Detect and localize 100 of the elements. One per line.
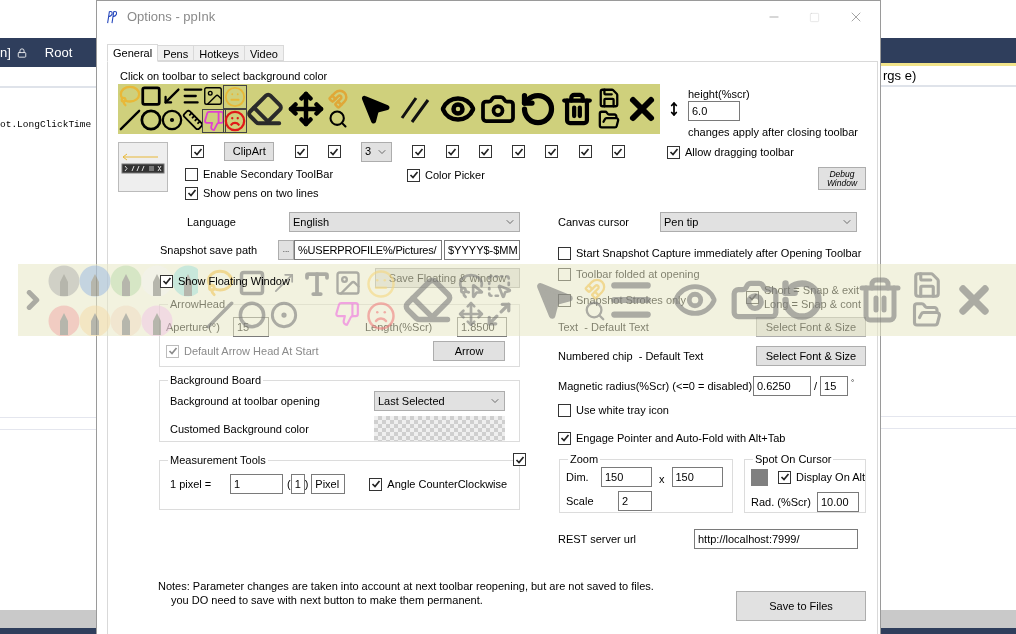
rectangle-icon[interactable] — [139, 85, 162, 107]
checkbox[interactable] — [191, 145, 204, 158]
save-icon[interactable] — [598, 87, 620, 109]
paren-text: ( — [287, 477, 291, 491]
lines-icon[interactable] — [181, 85, 204, 107]
code-text: rgs e) — [883, 66, 917, 85]
checkbox[interactable] — [558, 246, 571, 260]
ruler-icon[interactable] — [181, 109, 204, 131]
field-label: Aperture(°) — [166, 320, 221, 334]
checkbox[interactable] — [327, 145, 341, 158]
text-field[interactable]: Pixel — [311, 474, 346, 494]
checkbox-label: Toolbar folded at opening — [576, 267, 700, 281]
thumbs-down-icon[interactable] — [202, 109, 227, 133]
checkbox[interactable] — [578, 145, 592, 158]
text-field[interactable]: 15 — [820, 376, 849, 396]
field-label: Scale — [566, 494, 595, 508]
field-label: Customed Background color — [170, 421, 309, 436]
field-label: REST server url — [558, 532, 638, 546]
checkbox[interactable] — [611, 145, 625, 158]
tab[interactable]: Hotkeys — [193, 45, 245, 61]
dropdown[interactable]: Last Selected — [374, 391, 505, 411]
scroll-bar[interactable] — [881, 610, 1016, 628]
neutral-face-icon[interactable] — [223, 85, 248, 109]
checkbox[interactable] — [778, 470, 791, 484]
degree-text: ° — [851, 377, 855, 389]
checkbox[interactable] — [558, 403, 571, 417]
checkbox[interactable] — [512, 145, 526, 158]
checkmark-icon — [514, 454, 525, 465]
checkmark-icon — [779, 472, 790, 482]
toolbar-thumbnail-icon[interactable] — [118, 142, 168, 192]
trash-icon[interactable] — [560, 92, 594, 126]
debug-window-button[interactable]: Debug Window — [818, 167, 866, 190]
tab[interactable]: Video — [243, 45, 284, 61]
image-icon[interactable] — [202, 85, 225, 107]
paren-text: ) — [304, 477, 309, 491]
checkmark-icon — [613, 146, 624, 157]
checkbox[interactable] — [185, 167, 198, 181]
button[interactable]: ClipArt — [224, 142, 275, 161]
checkmark-icon — [580, 146, 591, 157]
text-field[interactable]: $YYYY$-$MM — [444, 240, 520, 260]
checkbox-label: Color Picker — [425, 168, 485, 182]
dropdown[interactable]: Pen tip — [660, 212, 857, 232]
group-title: Background Board — [168, 373, 264, 387]
checkmark-icon — [559, 433, 570, 443]
undo-icon[interactable] — [520, 91, 556, 127]
checkbox[interactable] — [294, 145, 308, 158]
folder-icon[interactable] — [598, 109, 620, 131]
text-field[interactable]: 1 — [290, 474, 305, 494]
checkbox[interactable] — [667, 145, 680, 159]
color-swatch[interactable] — [374, 416, 505, 441]
editor-tab-text: n] — [0, 43, 11, 62]
checkbox[interactable] — [412, 145, 426, 158]
button[interactable]: Save to Files — [736, 591, 866, 621]
text-field[interactable]: %USERPROFILE%/Pictures/ — [294, 240, 442, 260]
checkbox[interactable] — [185, 186, 198, 200]
color-swatch[interactable] — [751, 468, 768, 486]
text-field[interactable]: 0.6250 — [753, 376, 811, 396]
scroll-bar[interactable] — [0, 610, 96, 628]
checkbox[interactable] — [445, 145, 459, 158]
checkbox[interactable] — [558, 267, 571, 281]
eraser-icon[interactable] — [246, 90, 284, 128]
checkbox-label: Allow dragging toolbar — [685, 145, 794, 159]
checkbox[interactable] — [545, 145, 559, 158]
note-text: you DO need to save with next button to make them permanent. — [171, 593, 484, 607]
checkbox[interactable] — [558, 293, 571, 307]
move-icon[interactable] — [288, 91, 324, 127]
text-field[interactable]: 150 — [601, 467, 652, 487]
checkbox[interactable] — [407, 168, 420, 182]
checkbox[interactable] — [369, 477, 383, 491]
checkbox[interactable] — [478, 145, 492, 158]
button[interactable]: ... — [278, 240, 294, 260]
checkbox-label: Engage Pointer and Auto-Fold with Alt+Tab — [576, 431, 786, 445]
magnifier-icon[interactable] — [328, 109, 348, 129]
text-field[interactable]: 10.00 — [817, 492, 859, 512]
checkbox[interactable] — [160, 274, 173, 288]
separator-text: / — [814, 379, 818, 393]
text-field[interactable]: 2 — [618, 491, 652, 511]
line-icon[interactable] — [119, 109, 141, 131]
checkmark-icon — [747, 292, 758, 302]
field-label: Text - Default Text — [558, 320, 649, 334]
checkmark-icon — [480, 146, 491, 157]
button[interactable]: Select Font & Size — [756, 346, 866, 366]
text-field[interactable]: http://localhost:7999/ — [694, 529, 858, 549]
ellipse-icon[interactable] — [139, 109, 162, 131]
toolbar-preview[interactable] — [118, 84, 660, 134]
text-field[interactable]: 1 — [230, 474, 283, 494]
checkmark-icon — [447, 146, 458, 157]
dropdown[interactable]: 3 — [361, 141, 393, 162]
numbered-chip-icon[interactable] — [160, 109, 183, 131]
checkbox[interactable] — [513, 453, 526, 466]
group-title: Measurement Tools — [168, 453, 268, 467]
checkbox-label: Angle CounterClockwise — [387, 477, 508, 491]
checkbox[interactable] — [746, 290, 759, 304]
tab[interactable]: General — [107, 44, 159, 62]
sad-face-icon[interactable] — [223, 109, 248, 133]
text-field[interactable]: 150 — [671, 467, 723, 487]
group-title: Spot On Cursor — [753, 452, 834, 466]
text-field[interactable]: 6.0 — [688, 101, 740, 121]
checkbox[interactable] — [558, 431, 571, 445]
dropdown[interactable]: English — [289, 212, 520, 232]
